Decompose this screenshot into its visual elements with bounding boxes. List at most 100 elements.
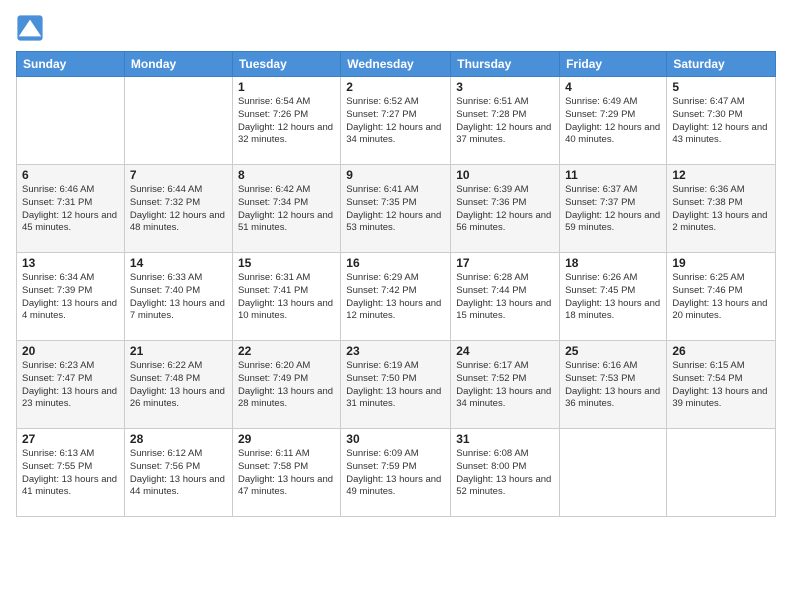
calendar-cell: 2 Sunrise: 6:52 AM Sunset: 7:27 PM Daylig… <box>341 77 451 165</box>
cell-day-number: 28 <box>130 432 227 446</box>
cell-sun-info: Sunrise: 6:19 AM Sunset: 7:50 PM Dayligh… <box>346 360 445 411</box>
cell-sun-info: Sunrise: 6:47 AM Sunset: 7:30 PM Dayligh… <box>672 96 770 147</box>
calendar-cell: 18 Sunrise: 6:26 AM Sunset: 7:45 PM Dayli… <box>560 253 667 341</box>
calendar-table: SundayMondayTuesdayWednesdayThursdayFrid… <box>16 51 776 517</box>
cell-sun-info: Sunrise: 6:39 AM Sunset: 7:36 PM Dayligh… <box>456 184 554 235</box>
cell-sun-info: Sunrise: 6:29 AM Sunset: 7:42 PM Dayligh… <box>346 272 445 323</box>
calendar-cell: 28 Sunrise: 6:12 AM Sunset: 7:56 PM Dayli… <box>124 429 232 517</box>
calendar-week-row: 1Sunrise: 6:54 AM Sunset: 7:26 PM Daylig… <box>17 77 776 165</box>
calendar-cell: 6Sunrise: 6:46 AM Sunset: 7:31 PM Daylig… <box>17 165 125 253</box>
cell-day-number: 29 <box>238 432 335 446</box>
calendar-cell: 25 Sunrise: 6:16 AM Sunset: 7:53 PM Dayli… <box>560 341 667 429</box>
cell-sun-info: Sunrise: 6:13 AM Sunset: 7:55 PM Dayligh… <box>22 448 119 499</box>
cell-day-number: 15 <box>238 256 335 270</box>
cell-sun-info: Sunrise: 6:36 AM Sunset: 7:38 PM Dayligh… <box>672 184 770 235</box>
cell-day-number: 21 <box>130 344 227 358</box>
cell-sun-info: Sunrise: 6:49 AM Sunset: 7:29 PM Dayligh… <box>565 96 661 147</box>
calendar-cell: 8 Sunrise: 6:42 AM Sunset: 7:34 PM Daylig… <box>232 165 340 253</box>
cell-sun-info: Sunrise: 6:17 AM Sunset: 7:52 PM Dayligh… <box>456 360 554 411</box>
calendar-week-row: 27 Sunrise: 6:13 AM Sunset: 7:55 PM Dayli… <box>17 429 776 517</box>
cell-sun-info: Sunrise: 6:42 AM Sunset: 7:34 PM Dayligh… <box>238 184 335 235</box>
weekday-header: Thursday <box>451 52 560 77</box>
cell-sun-info: Sunrise: 6:08 AM Sunset: 8:00 PM Dayligh… <box>456 448 554 499</box>
page: SundayMondayTuesdayWednesdayThursdayFrid… <box>0 0 792 527</box>
calendar-cell <box>17 77 125 165</box>
calendar-cell: 23 Sunrise: 6:19 AM Sunset: 7:50 PM Dayli… <box>341 341 451 429</box>
calendar-week-row: 13 Sunrise: 6:34 AM Sunset: 7:39 PM Dayli… <box>17 253 776 341</box>
cell-sun-info: Sunrise: 6:46 AM Sunset: 7:31 PM Dayligh… <box>22 184 119 235</box>
cell-sun-info: Sunrise: 6:20 AM Sunset: 7:49 PM Dayligh… <box>238 360 335 411</box>
cell-day-number: 3 <box>456 80 554 94</box>
cell-sun-info: Sunrise: 6:52 AM Sunset: 7:27 PM Dayligh… <box>346 96 445 147</box>
cell-sun-info: Sunrise: 6:15 AM Sunset: 7:54 PM Dayligh… <box>672 360 770 411</box>
calendar-cell: 27 Sunrise: 6:13 AM Sunset: 7:55 PM Dayli… <box>17 429 125 517</box>
cell-day-number: 1 <box>238 80 335 94</box>
cell-day-number: 16 <box>346 256 445 270</box>
weekday-header: Sunday <box>17 52 125 77</box>
cell-sun-info: Sunrise: 6:41 AM Sunset: 7:35 PM Dayligh… <box>346 184 445 235</box>
cell-day-number: 13 <box>22 256 119 270</box>
calendar-cell: 20 Sunrise: 6:23 AM Sunset: 7:47 PM Dayli… <box>17 341 125 429</box>
cell-day-number: 25 <box>565 344 661 358</box>
calendar-week-row: 20 Sunrise: 6:23 AM Sunset: 7:47 PM Dayli… <box>17 341 776 429</box>
cell-day-number: 26 <box>672 344 770 358</box>
cell-sun-info: Sunrise: 6:25 AM Sunset: 7:46 PM Dayligh… <box>672 272 770 323</box>
cell-sun-info: Sunrise: 6:26 AM Sunset: 7:45 PM Dayligh… <box>565 272 661 323</box>
calendar-cell: 30Sunrise: 6:09 AM Sunset: 7:59 PM Dayli… <box>341 429 451 517</box>
cell-day-number: 31 <box>456 432 554 446</box>
calendar-cell: 15Sunrise: 6:31 AM Sunset: 7:41 PM Dayli… <box>232 253 340 341</box>
calendar-cell: 19 Sunrise: 6:25 AM Sunset: 7:46 PM Dayli… <box>667 253 776 341</box>
weekday-header: Wednesday <box>341 52 451 77</box>
cell-day-number: 4 <box>565 80 661 94</box>
cell-day-number: 19 <box>672 256 770 270</box>
logo <box>16 14 48 47</box>
calendar-cell: 12Sunrise: 6:36 AM Sunset: 7:38 PM Dayli… <box>667 165 776 253</box>
cell-sun-info: Sunrise: 6:11 AM Sunset: 7:58 PM Dayligh… <box>238 448 335 499</box>
weekday-header: Monday <box>124 52 232 77</box>
calendar-cell: 29 Sunrise: 6:11 AM Sunset: 7:58 PM Dayli… <box>232 429 340 517</box>
calendar-cell: 26 Sunrise: 6:15 AM Sunset: 7:54 PM Dayli… <box>667 341 776 429</box>
cell-sun-info: Sunrise: 6:33 AM Sunset: 7:40 PM Dayligh… <box>130 272 227 323</box>
cell-sun-info: Sunrise: 6:34 AM Sunset: 7:39 PM Dayligh… <box>22 272 119 323</box>
cell-day-number: 23 <box>346 344 445 358</box>
cell-day-number: 18 <box>565 256 661 270</box>
calendar-cell: 16 Sunrise: 6:29 AM Sunset: 7:42 PM Dayli… <box>341 253 451 341</box>
cell-day-number: 17 <box>456 256 554 270</box>
cell-sun-info: Sunrise: 6:23 AM Sunset: 7:47 PM Dayligh… <box>22 360 119 411</box>
calendar-cell: 13 Sunrise: 6:34 AM Sunset: 7:39 PM Dayli… <box>17 253 125 341</box>
calendar-cell <box>667 429 776 517</box>
weekday-header: Saturday <box>667 52 776 77</box>
calendar-cell: 17 Sunrise: 6:28 AM Sunset: 7:44 PM Dayli… <box>451 253 560 341</box>
calendar-cell: 14 Sunrise: 6:33 AM Sunset: 7:40 PM Dayli… <box>124 253 232 341</box>
calendar-week-row: 6Sunrise: 6:46 AM Sunset: 7:31 PM Daylig… <box>17 165 776 253</box>
calendar-cell: 1Sunrise: 6:54 AM Sunset: 7:26 PM Daylig… <box>232 77 340 165</box>
cell-day-number: 8 <box>238 168 335 182</box>
cell-day-number: 27 <box>22 432 119 446</box>
cell-day-number: 30 <box>346 432 445 446</box>
cell-day-number: 24 <box>456 344 554 358</box>
cell-day-number: 9 <box>346 168 445 182</box>
calendar-cell: 3 Sunrise: 6:51 AM Sunset: 7:28 PM Daylig… <box>451 77 560 165</box>
calendar-cell: 4 Sunrise: 6:49 AM Sunset: 7:29 PM Daylig… <box>560 77 667 165</box>
cell-day-number: 5 <box>672 80 770 94</box>
cell-day-number: 14 <box>130 256 227 270</box>
cell-sun-info: Sunrise: 6:12 AM Sunset: 7:56 PM Dayligh… <box>130 448 227 499</box>
cell-sun-info: Sunrise: 6:28 AM Sunset: 7:44 PM Dayligh… <box>456 272 554 323</box>
calendar-cell: 5 Sunrise: 6:47 AM Sunset: 7:30 PM Daylig… <box>667 77 776 165</box>
calendar-cell: 9 Sunrise: 6:41 AM Sunset: 7:35 PM Daylig… <box>341 165 451 253</box>
calendar-cell: 21 Sunrise: 6:22 AM Sunset: 7:48 PM Dayli… <box>124 341 232 429</box>
cell-day-number: 7 <box>130 168 227 182</box>
calendar-cell: 11 Sunrise: 6:37 AM Sunset: 7:37 PM Dayli… <box>560 165 667 253</box>
cell-sun-info: Sunrise: 6:16 AM Sunset: 7:53 PM Dayligh… <box>565 360 661 411</box>
cell-sun-info: Sunrise: 6:37 AM Sunset: 7:37 PM Dayligh… <box>565 184 661 235</box>
calendar-cell <box>124 77 232 165</box>
calendar-header-row: SundayMondayTuesdayWednesdayThursdayFrid… <box>17 52 776 77</box>
calendar-cell: 7 Sunrise: 6:44 AM Sunset: 7:32 PM Daylig… <box>124 165 232 253</box>
cell-sun-info: Sunrise: 6:51 AM Sunset: 7:28 PM Dayligh… <box>456 96 554 147</box>
cell-day-number: 20 <box>22 344 119 358</box>
cell-sun-info: Sunrise: 6:44 AM Sunset: 7:32 PM Dayligh… <box>130 184 227 235</box>
cell-day-number: 11 <box>565 168 661 182</box>
calendar-cell <box>560 429 667 517</box>
cell-day-number: 2 <box>346 80 445 94</box>
cell-sun-info: Sunrise: 6:22 AM Sunset: 7:48 PM Dayligh… <box>130 360 227 411</box>
